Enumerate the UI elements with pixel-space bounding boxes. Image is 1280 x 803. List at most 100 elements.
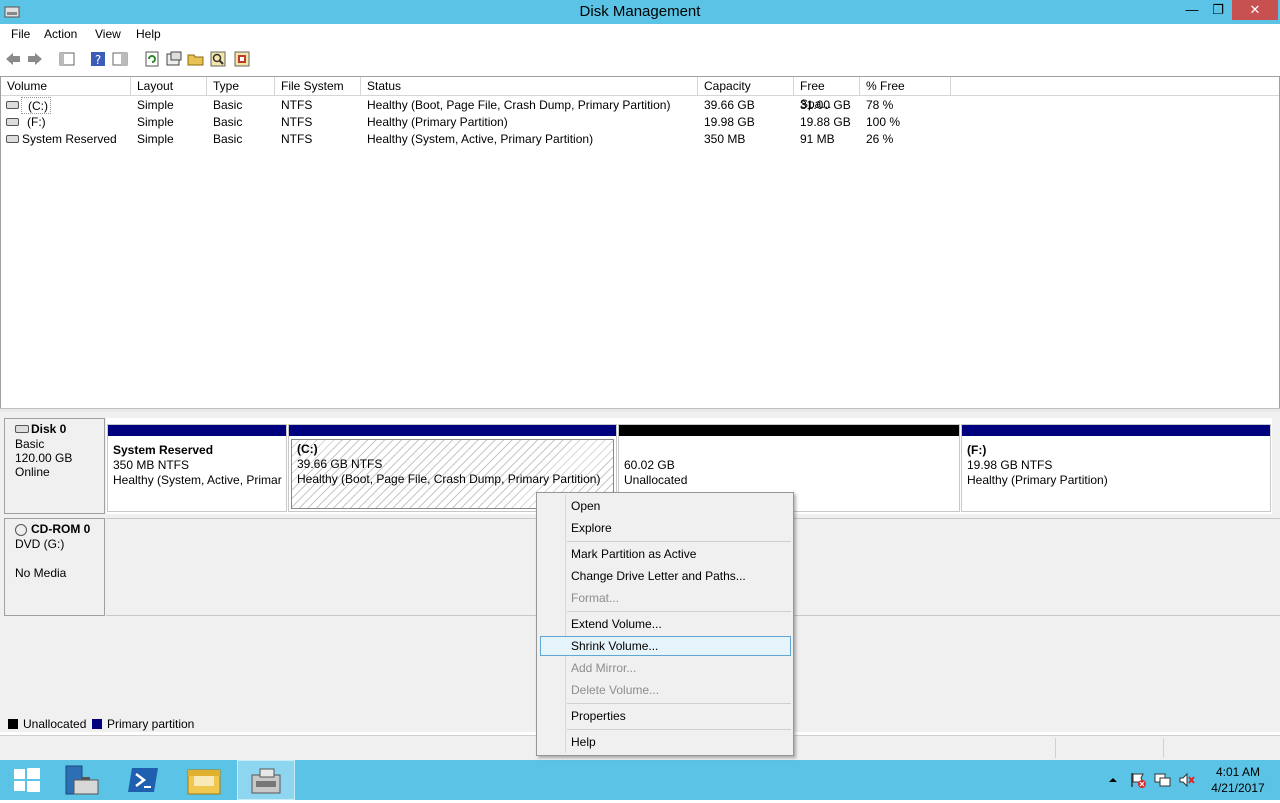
volume-muted-icon[interactable]: [1178, 771, 1196, 789]
cdrom-0-label[interactable]: CD-ROM 0 DVD (G:) No Media: [4, 518, 105, 616]
column-file-system[interactable]: File System: [275, 77, 361, 95]
volume-layout: Simple: [137, 132, 174, 146]
refresh-icon[interactable]: [143, 50, 161, 68]
volume-fs: NTFS: [281, 132, 313, 146]
menu-separator: [567, 703, 791, 704]
partition-size: 19.98 GB NTFS: [967, 458, 1053, 472]
partition-size: 39.66 GB NTFS: [297, 457, 383, 471]
volume-type: Basic: [213, 115, 243, 129]
disk-0-label[interactable]: Disk 0 Basic 120.00 GB Online: [4, 418, 105, 514]
status-divider: [1055, 738, 1056, 758]
clock-date: 4/21/2017: [1211, 781, 1265, 795]
partition-status: Healthy (System, Active, Primar: [113, 473, 282, 487]
menu-item-change-drive-letter[interactable]: Change Drive Letter and Paths...: [571, 565, 746, 587]
volume-capacity: 350 MB: [704, 132, 746, 146]
cdrom-state: No Media: [15, 566, 67, 580]
menu-item-open[interactable]: Open: [571, 495, 600, 517]
volume-pct-free: 100 %: [866, 115, 901, 129]
volume-type: Basic: [213, 132, 243, 146]
volume-fs: NTFS: [281, 98, 313, 112]
partition-status: Unallocated: [624, 473, 688, 487]
close-button[interactable]: ✕: [1232, 0, 1278, 20]
primary-partition-bar: [289, 425, 616, 436]
menu-gutter: [565, 495, 566, 753]
partition-system-reserved[interactable]: System Reserved 350 MB NTFS Healthy (Sys…: [107, 424, 287, 512]
show-hidden-icons-icon[interactable]: [1108, 774, 1118, 784]
show-hide-pane-icon[interactable]: [111, 50, 129, 68]
table-row[interactable]: (C:) Simple Basic NTFS Healthy (Boot, Pa…: [1, 97, 1279, 114]
legend-primary: Primary partition: [107, 717, 195, 731]
open-folder-icon[interactable]: [187, 50, 205, 68]
menu-action[interactable]: Action: [44, 27, 77, 41]
partition-size: 350 MB NTFS: [113, 458, 190, 472]
settings-icon[interactable]: [233, 50, 251, 68]
file-explorer-icon[interactable]: [176, 760, 232, 800]
column-status[interactable]: Status: [361, 77, 698, 95]
table-row[interactable]: (F:) Simple Basic NTFS Healthy (Primary …: [1, 114, 1279, 131]
volume-name: (F:): [27, 115, 46, 129]
volume-capacity: 39.66 GB: [704, 98, 755, 112]
console-tree-icon[interactable]: [58, 50, 76, 68]
menu-item-extend-volume[interactable]: Extend Volume...: [571, 613, 662, 635]
window-title: Disk Management: [579, 3, 701, 20]
menu-item-properties[interactable]: Properties: [571, 705, 626, 727]
column-volume[interactable]: Volume: [1, 77, 131, 95]
disk-management-task-icon[interactable]: [237, 760, 295, 800]
menu-item-format: Format...: [571, 591, 620, 605]
volume-free: 19.88 GB: [800, 115, 851, 129]
column-type[interactable]: Type: [207, 77, 275, 95]
disk-type: Basic: [15, 437, 45, 451]
volume-free: 31.00 GB: [800, 98, 851, 112]
menu-view[interactable]: View: [95, 27, 121, 41]
maximize-button[interactable]: ❐: [1205, 0, 1231, 20]
start-windows-icon[interactable]: [0, 760, 56, 800]
minimize-button[interactable]: —: [1179, 0, 1205, 20]
action-center-flag-icon[interactable]: [1129, 771, 1147, 789]
menu-item-delete-volume: Delete Volume...: [571, 683, 660, 697]
menu-item-help[interactable]: Help: [571, 731, 596, 753]
server-manager-icon[interactable]: [56, 760, 112, 800]
network-icon[interactable]: [1153, 771, 1171, 789]
volume-layout: Simple: [137, 115, 174, 129]
partition-title: (C:): [297, 442, 318, 456]
menu-item-mark-active[interactable]: Mark Partition as Active: [571, 543, 696, 565]
clock-time: 4:01 AM: [1215, 765, 1261, 779]
properties-icon[interactable]: [165, 50, 183, 68]
context-menu: Open Explore Mark Partition as Active Ch…: [536, 492, 794, 756]
partition-status: Healthy (Boot, Page File, Crash Dump, Pr…: [297, 472, 601, 486]
disk-icon: [15, 425, 29, 433]
column-free-space[interactable]: Free Spa...: [794, 77, 860, 111]
svg-text:?: ?: [95, 53, 101, 67]
menu-item-shrink-volume[interactable]: Shrink Volume...: [571, 635, 658, 657]
column-capacity[interactable]: Capacity: [698, 77, 794, 95]
clock[interactable]: 4:01 AM 4/21/2017: [1202, 764, 1274, 796]
title-bar: Disk Management — ❐ ✕: [0, 0, 1280, 24]
menu-item-explore[interactable]: Explore: [571, 517, 612, 539]
partition-title: System Reserved: [113, 443, 214, 457]
table-row[interactable]: System Reserved Simple Basic NTFS Health…: [1, 131, 1279, 148]
menu-separator: [567, 729, 791, 730]
status-divider: [1163, 738, 1164, 758]
column-layout[interactable]: Layout: [131, 77, 207, 95]
taskbar: 4:01 AM 4/21/2017: [0, 760, 1280, 800]
menu-bar: File Action View Help: [0, 24, 1280, 44]
menu-file[interactable]: File: [11, 27, 30, 41]
partition-f[interactable]: (F:) 19.98 GB NTFS Healthy (Primary Part…: [961, 424, 1271, 512]
cdrom-name: CD-ROM 0: [31, 522, 91, 536]
column-percent-free[interactable]: % Free: [860, 77, 951, 95]
help-icon[interactable]: ?: [89, 50, 107, 68]
volume-status: Healthy (Boot, Page File, Crash Dump, Pr…: [367, 98, 671, 112]
powershell-icon[interactable]: [116, 760, 172, 800]
primary-partition-bar: [962, 425, 1270, 436]
back-arrow-icon[interactable]: [4, 50, 22, 68]
disk-0-header: Disk 0: [15, 421, 94, 437]
partition-size: 60.02 GB: [624, 458, 675, 472]
menu-help[interactable]: Help: [136, 27, 161, 41]
primary-partition-bar: [108, 425, 286, 436]
menu-item-add-mirror: Add Mirror...: [571, 661, 637, 675]
search-icon[interactable]: [209, 50, 227, 68]
forward-arrow-icon[interactable]: [26, 50, 44, 68]
column-header: Volume Layout Type File System Status Ca…: [1, 77, 1279, 111]
cd-icon: [15, 524, 27, 536]
